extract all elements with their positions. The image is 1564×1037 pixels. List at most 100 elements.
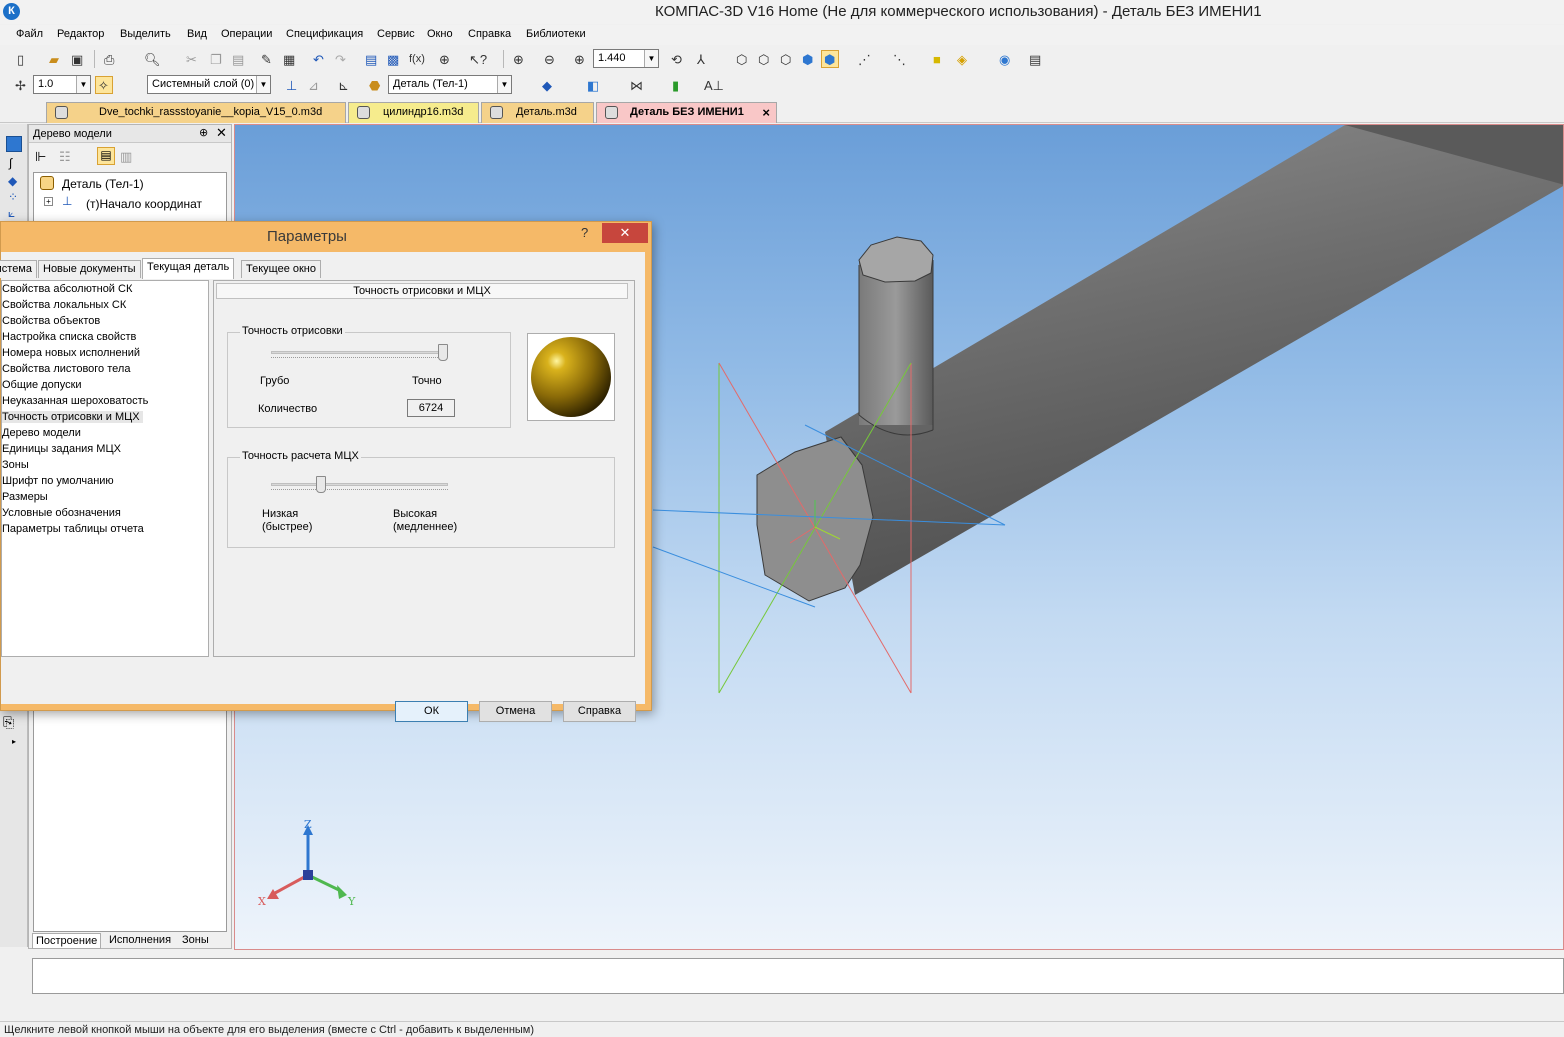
- mcx-icon[interactable]: ▮: [669, 76, 687, 94]
- library-icon[interactable]: ▩: [384, 50, 402, 68]
- material-icon[interactable]: ◧: [584, 76, 602, 94]
- perspective-icon[interactable]: ⋰: [855, 50, 873, 68]
- menu-select[interactable]: Выделить: [120, 28, 171, 40]
- menu-help[interactable]: Справка: [468, 28, 511, 40]
- part-combo[interactable]: Деталь (Тел-1) ▼: [388, 75, 512, 94]
- chevron-down-icon[interactable]: ▼: [76, 76, 90, 93]
- render-slider-thumb[interactable]: [438, 344, 448, 361]
- expand-icon[interactable]: +: [44, 197, 53, 206]
- mcx-slider-track[interactable]: [271, 483, 448, 486]
- list-item-selected[interactable]: Точность отрисовки и МЦХ: [2, 411, 143, 423]
- shaded-edges-icon[interactable]: ⬢: [821, 50, 839, 68]
- list-item[interactable]: Зоны: [2, 459, 29, 471]
- cut-icon[interactable]: ✂: [183, 50, 201, 68]
- tree-origin-node[interactable]: (т)Начало координат: [86, 197, 202, 211]
- edit-part-icon[interactable]: [6, 136, 22, 152]
- menu-window[interactable]: Окно: [427, 28, 453, 40]
- hidden-lines-icon[interactable]: ⬡: [755, 50, 773, 68]
- format-icon[interactable]: ✎: [258, 50, 276, 68]
- list-item[interactable]: Единицы задания МЦХ: [2, 443, 121, 455]
- arrays-icon[interactable]: ⁘: [8, 190, 18, 204]
- new-file-icon[interactable]: ▯: [14, 50, 32, 68]
- menu-service[interactable]: Сервис: [377, 28, 415, 40]
- menu-view[interactable]: Вид: [187, 28, 207, 40]
- list-item[interactable]: Свойства листового тела: [2, 363, 130, 375]
- tab-new-documents[interactable]: Новые документы: [38, 260, 141, 278]
- property-panel[interactable]: [32, 958, 1564, 994]
- tab-current-part[interactable]: Текущая деталь: [142, 258, 235, 279]
- mate-icon[interactable]: ⊿: [305, 76, 323, 94]
- list-item[interactable]: Размеры: [2, 491, 48, 503]
- tab-system[interactable]: Система: [0, 260, 37, 278]
- menu-operations[interactable]: Операции: [221, 28, 272, 40]
- surfaces-icon[interactable]: ◆: [8, 174, 17, 188]
- list-item[interactable]: Свойства объектов: [2, 315, 100, 327]
- part-icon[interactable]: ⬣: [366, 76, 384, 94]
- filter-icon[interactable]: ⋱: [890, 50, 908, 68]
- orientation-icon[interactable]: ⅄: [694, 50, 712, 68]
- tab-dve-tochki[interactable]: Dve_tochki_rassstoyanie__kopia_V15_0.m3d: [46, 102, 346, 123]
- tab-executions[interactable]: Исполнения: [106, 933, 174, 949]
- report-icon[interactable]: ▤: [1026, 50, 1044, 68]
- sketch-icon[interactable]: ◈: [954, 50, 972, 68]
- save-icon[interactable]: ▣: [68, 50, 86, 68]
- ok-button[interactable]: ОК: [395, 701, 468, 722]
- mcx-slider-thumb[interactable]: [316, 476, 327, 493]
- open-file-icon[interactable]: ▰: [46, 50, 64, 68]
- tree-order-icon[interactable]: ⊩: [35, 149, 46, 165]
- app-logo-icon[interactable]: К: [3, 3, 20, 20]
- tab-detal[interactable]: Деталь.m3d: [481, 102, 594, 123]
- context-help-icon[interactable]: ↖?: [466, 50, 487, 68]
- measure-panel-icon[interactable]: ⎘: [3, 714, 14, 731]
- orientation-cs-icon[interactable]: ⊾: [335, 76, 353, 94]
- wireframe-icon[interactable]: ⬡: [733, 50, 751, 68]
- list-item[interactable]: Дерево модели: [2, 427, 81, 439]
- menu-file[interactable]: Файл: [16, 28, 43, 40]
- help-icon[interactable]: ?: [581, 225, 588, 240]
- rotate-icon[interactable]: ⟲: [668, 50, 686, 68]
- menu-editor[interactable]: Редактор: [57, 28, 104, 40]
- list-item[interactable]: Условные обозначения: [2, 507, 121, 519]
- copy-icon[interactable]: ❐: [207, 50, 225, 68]
- measure-icon[interactable]: ⊕: [436, 50, 454, 68]
- tab-construction[interactable]: Построение: [32, 933, 102, 949]
- tree-structure-icon[interactable]: ☷: [59, 149, 71, 165]
- color-icon[interactable]: ◆: [539, 76, 557, 94]
- expand-arrow-icon[interactable]: ▸: [12, 737, 16, 746]
- curves-icon[interactable]: ∫: [9, 156, 12, 170]
- close-icon[interactable]: ✕: [216, 125, 227, 141]
- component-icon[interactable]: ■: [930, 50, 948, 68]
- menu-libraries[interactable]: Библиотеки: [526, 28, 586, 40]
- layer-combo[interactable]: Системный слой (0) ▼: [147, 75, 271, 94]
- print-icon[interactable]: ⎙: [101, 50, 119, 68]
- zoom-icon[interactable]: ⊕: [571, 50, 589, 68]
- tree-list-icon[interactable]: ▥: [120, 149, 132, 165]
- shaded-icon[interactable]: ⬢: [799, 50, 817, 68]
- preview-icon[interactable]: 🔍︎: [141, 50, 161, 68]
- cancel-button[interactable]: Отмена: [479, 701, 552, 722]
- tab-detal-bez-imeni[interactable]: Деталь БЕЗ ИМЕНИ1 ×: [596, 102, 777, 123]
- tab-cylinder16[interactable]: цилиндр16.m3d: [348, 102, 479, 123]
- count-field[interactable]: 6724: [407, 399, 455, 417]
- chevron-down-icon[interactable]: ▼: [497, 76, 511, 93]
- tree-root-node[interactable]: Деталь (Тел-1): [62, 177, 144, 191]
- menu-specification[interactable]: Спецификация: [286, 28, 363, 40]
- list-item[interactable]: Общие допуски: [2, 379, 82, 391]
- tree-view-icon[interactable]: ▤: [97, 147, 115, 165]
- grid-snap-icon[interactable]: ✧: [95, 76, 113, 94]
- globe-icon[interactable]: ◉: [996, 50, 1014, 68]
- step-combo[interactable]: 1.0 ▼: [33, 75, 91, 94]
- close-tab-icon[interactable]: ×: [762, 105, 770, 120]
- tab-zones[interactable]: Зоны: [179, 933, 212, 949]
- properties-icon[interactable]: ▦: [280, 50, 298, 68]
- zoom-frame-icon[interactable]: ⊕: [510, 50, 528, 68]
- paste-icon[interactable]: ▤: [229, 50, 247, 68]
- manager-icon[interactable]: ▤: [362, 50, 380, 68]
- zoom-all-icon[interactable]: ⊖: [541, 50, 559, 68]
- list-item[interactable]: Свойства локальных СК: [2, 299, 126, 311]
- list-item[interactable]: Номера новых исполнений: [2, 347, 140, 359]
- dimensions-icon[interactable]: A⊥: [701, 76, 724, 94]
- tab-current-window[interactable]: Текущее окно: [241, 260, 321, 278]
- list-item[interactable]: Неуказанная шероховатость: [2, 395, 148, 407]
- zoom-combo[interactable]: 1.440 ▼: [593, 49, 659, 68]
